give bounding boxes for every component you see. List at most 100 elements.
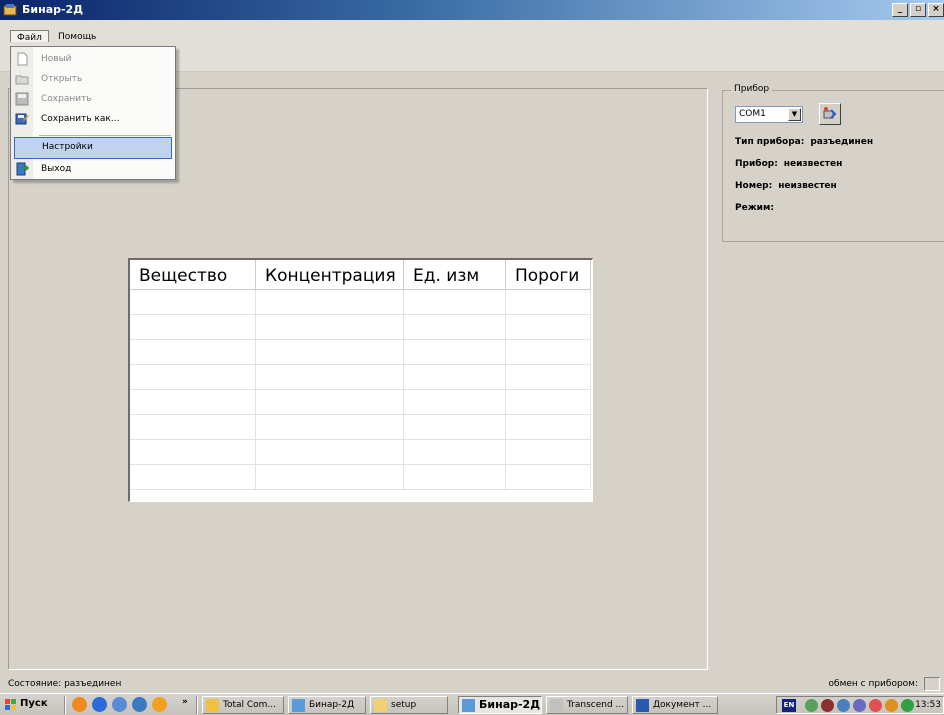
menu-item-save-as[interactable]: Сохранить как...: [11, 109, 175, 131]
total-commander-icon: [206, 699, 219, 712]
device-number-label: Номер:: [735, 181, 773, 191]
table-cell[interactable]: [256, 340, 404, 365]
table-header: Вещество Концентрация Ед. изм Пороги: [130, 260, 593, 290]
device-group: Прибор COM1 ▼ Тип прибора: разъединен При…: [722, 84, 944, 242]
column-header-unit[interactable]: Ед. изм: [404, 260, 506, 290]
table-cell[interactable]: [256, 290, 404, 315]
taskbar-button-label: Total Com...: [223, 700, 277, 710]
table-cell[interactable]: [404, 340, 506, 365]
table-cell[interactable]: [130, 340, 256, 365]
start-button[interactable]: Пуск: [2, 696, 60, 714]
quicklaunch-more-chevron[interactable]: »: [182, 697, 188, 707]
taskbar-button-transcend[interactable]: Transcend ...: [546, 696, 628, 714]
network-icon[interactable]: [805, 699, 818, 712]
table-cell[interactable]: [506, 340, 591, 365]
table-cell[interactable]: [256, 440, 404, 465]
menu-item-open[interactable]: Открыть: [11, 69, 175, 91]
table-cell[interactable]: [404, 465, 506, 490]
column-header-concentration[interactable]: Концентрация: [256, 260, 404, 290]
port-select-value: COM1: [739, 109, 766, 119]
table-cell[interactable]: [130, 390, 256, 415]
column-header-thresholds[interactable]: Пороги: [506, 260, 591, 290]
table-cell[interactable]: [506, 390, 591, 415]
table-cell[interactable]: [404, 315, 506, 340]
menu-item-label: Сохранить как...: [41, 114, 120, 124]
device-value: неизвестен: [783, 159, 843, 169]
taskbar-button-label: Бинар-2Д: [309, 700, 355, 710]
table-cell[interactable]: [130, 415, 256, 440]
taskbar-button-setup[interactable]: setup: [370, 696, 448, 714]
table-cell[interactable]: [404, 365, 506, 390]
tray-app-icon[interactable]: [869, 699, 882, 712]
menu-item-new[interactable]: Новый: [11, 49, 175, 71]
device-type-label: Тип прибора:: [735, 137, 805, 147]
column-header-substance[interactable]: Вещество: [130, 260, 256, 290]
device-number-value: неизвестен: [778, 181, 837, 191]
taskbar-button-binar-active[interactable]: Бинар-2Д: [458, 696, 542, 714]
close-button[interactable]: ×: [928, 3, 944, 17]
tray-update-icon[interactable]: [885, 699, 898, 712]
menu-item-label: Выход: [41, 164, 72, 174]
binar-app-icon: [462, 699, 475, 712]
table-cell[interactable]: [506, 365, 591, 390]
status-exchange-indicator: [924, 677, 940, 691]
taskbar-button-document[interactable]: Документ ...: [632, 696, 718, 714]
firefox-icon[interactable]: [72, 697, 87, 712]
folder-icon: [374, 699, 387, 712]
table-cell[interactable]: [404, 415, 506, 440]
maximize-button[interactable]: ▫: [910, 3, 926, 17]
antivirus-icon[interactable]: [853, 699, 866, 712]
table-cell[interactable]: [256, 465, 404, 490]
table-cell[interactable]: [256, 415, 404, 440]
table-cell[interactable]: [506, 440, 591, 465]
device-mode-row: Режим:: [735, 203, 780, 213]
chevron-down-icon[interactable]: ▼: [788, 108, 801, 121]
usb-drive-icon: [550, 699, 563, 712]
table-cell[interactable]: [256, 365, 404, 390]
browser-icon[interactable]: [112, 697, 127, 712]
system-tray: EN 13:53: [776, 696, 944, 714]
save-icon: [15, 92, 29, 106]
menu-separator: [39, 135, 171, 136]
menu-item-save[interactable]: Сохранить: [11, 89, 175, 111]
new-file-icon: [17, 52, 28, 66]
table-cell[interactable]: [506, 415, 591, 440]
window-title: Бинар-2Д: [22, 3, 84, 16]
device-type-row: Тип прибора: разъединен: [735, 137, 873, 147]
table-cell[interactable]: [404, 440, 506, 465]
tray-utility-icon[interactable]: [901, 699, 914, 712]
table-cell[interactable]: [404, 290, 506, 315]
table-cell[interactable]: [130, 365, 256, 390]
table-cell[interactable]: [256, 315, 404, 340]
mail-icon[interactable]: [152, 697, 167, 712]
table-cell[interactable]: [130, 290, 256, 315]
table-cell[interactable]: [506, 465, 591, 490]
taskbar-button-total-commander[interactable]: Total Com...: [202, 696, 284, 714]
taskbar-separator: [64, 696, 66, 714]
table-cell[interactable]: [130, 465, 256, 490]
device-type-value: разъединен: [810, 137, 874, 147]
table-cell[interactable]: [404, 390, 506, 415]
language-indicator[interactable]: EN: [782, 699, 796, 712]
windows-flag-icon: [5, 699, 16, 710]
connect-button[interactable]: [819, 103, 841, 125]
table-cell[interactable]: [130, 440, 256, 465]
table-cell[interactable]: [506, 290, 591, 315]
menu-item-exit[interactable]: Выход: [11, 159, 175, 181]
menu-item-settings[interactable]: Настройки: [14, 137, 172, 159]
messenger-icon[interactable]: [132, 697, 147, 712]
data-table[interactable]: Вещество Концентрация Ед. изм Пороги: [128, 258, 593, 502]
exit-icon: [16, 162, 29, 176]
security-shield-icon[interactable]: [837, 699, 850, 712]
table-cell[interactable]: [506, 315, 591, 340]
table-cell[interactable]: [256, 390, 404, 415]
open-folder-icon: [15, 75, 29, 85]
volume-icon[interactable]: [821, 699, 834, 712]
taskbar-button-label: Бинар-2Д: [479, 698, 541, 711]
table-cell[interactable]: [130, 315, 256, 340]
taskbar-button-binar-1[interactable]: Бинар-2Д: [288, 696, 366, 714]
device-group-legend: Прибор: [731, 84, 773, 94]
port-select[interactable]: COM1 ▼: [735, 106, 803, 123]
internet-explorer-icon[interactable]: [92, 697, 107, 712]
minimize-button[interactable]: _: [892, 3, 908, 17]
